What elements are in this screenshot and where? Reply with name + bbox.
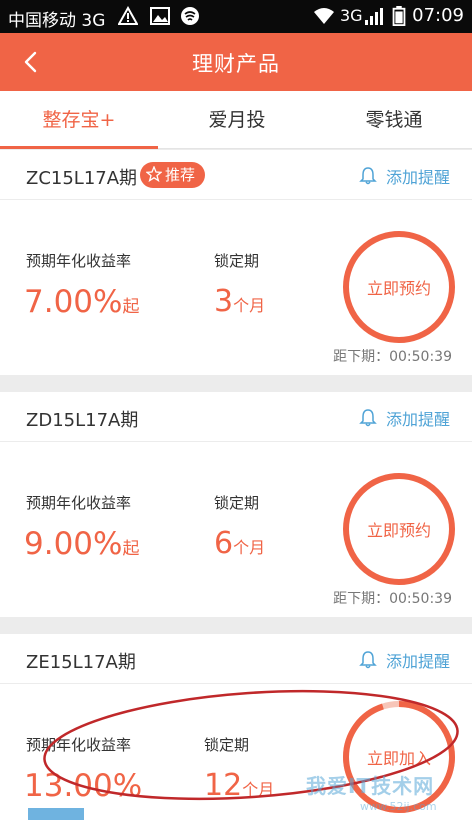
lock-unit: 个月 bbox=[242, 780, 275, 799]
tab-aiyuetou[interactable]: 爱月投 bbox=[158, 91, 316, 149]
action-label: 立即预约 bbox=[366, 279, 431, 298]
reserve-button[interactable]: 立即预约 bbox=[342, 230, 456, 344]
decorative-bar bbox=[28, 808, 84, 820]
wifi-icon bbox=[314, 8, 334, 24]
reminder-label: 添加提醒 bbox=[385, 410, 450, 429]
active-tab-indicator bbox=[0, 146, 158, 149]
product-code: ZE15L17A期 bbox=[26, 652, 136, 673]
lock-unit: 个月 bbox=[233, 538, 266, 557]
bell-icon bbox=[359, 409, 377, 427]
battery-icon bbox=[392, 6, 406, 26]
expected-rate: 9.00%起 bbox=[24, 526, 139, 562]
tab-lingqiantong[interactable]: 零钱通 bbox=[316, 91, 472, 149]
rate-value: 13.00% bbox=[24, 768, 143, 804]
rate-label: 预期年化收益率 bbox=[26, 252, 132, 270]
rate-suffix: 起 bbox=[122, 297, 140, 317]
card-header: ZC15L17A期 推荐 添加提醒 bbox=[0, 150, 472, 200]
bell-icon bbox=[359, 167, 377, 185]
card-header: ZD15L17A期 添加提醒 bbox=[0, 392, 472, 442]
reminder-label: 添加提醒 bbox=[385, 652, 450, 671]
clock: 07:09 bbox=[412, 5, 464, 26]
title-bar: 理财产品 bbox=[0, 33, 472, 91]
browser-icon bbox=[181, 7, 199, 25]
rate-suffix: 起 bbox=[122, 539, 140, 559]
recommend-badge: 推荐 bbox=[140, 162, 206, 188]
lock-period: 3个月 bbox=[214, 284, 265, 319]
watermark-url: www.52ij.com bbox=[360, 800, 437, 813]
product-card[interactable]: ZD15L17A期 添加提醒 预期年化收益率 9.00%起 锁定期 6个月 立即… bbox=[0, 392, 472, 617]
product-card[interactable]: ZC15L17A期 推荐 添加提醒 预期年化收益率 7.00%起 锁定期 3个月… bbox=[0, 150, 472, 375]
countdown: 距下期：00:50:39 bbox=[333, 349, 452, 365]
reserve-button[interactable]: 立即预约 bbox=[342, 472, 456, 586]
lock-period: 12个月 bbox=[204, 768, 274, 803]
action-label: 立即预约 bbox=[366, 521, 431, 540]
expected-rate: 13.00% bbox=[24, 768, 142, 804]
status-bar: 中国移动 3G 3G 07:09 bbox=[0, 0, 472, 33]
star-icon bbox=[146, 166, 162, 182]
lock-period: 6个月 bbox=[214, 526, 265, 561]
lock-label: 锁定期 bbox=[214, 252, 260, 270]
lock-label: 锁定期 bbox=[214, 494, 260, 512]
tab-zhengcunbao[interactable]: 整存宝+ bbox=[0, 91, 158, 149]
network-type: 3G bbox=[340, 6, 363, 25]
warning-icon bbox=[118, 6, 138, 25]
add-reminder-button[interactable]: 添加提醒 bbox=[358, 164, 450, 188]
signal-icon bbox=[365, 8, 383, 25]
carrier-label: 中国移动 3G bbox=[8, 11, 106, 31]
rate-value: 9.00% bbox=[24, 526, 123, 562]
expected-rate: 7.00%起 bbox=[24, 284, 139, 320]
bell-icon bbox=[359, 651, 377, 669]
watermark: 我爱IT技术网 bbox=[306, 774, 435, 798]
add-reminder-button[interactable]: 添加提醒 bbox=[358, 648, 450, 672]
rate-label: 预期年化收益率 bbox=[26, 494, 132, 512]
rate-value: 7.00% bbox=[24, 284, 123, 320]
lock-label: 锁定期 bbox=[204, 736, 250, 754]
product-code: ZD15L17A期 bbox=[26, 410, 139, 431]
lock-unit: 个月 bbox=[233, 296, 266, 315]
lock-value: 3 bbox=[214, 284, 234, 319]
countdown: 距下期：00:50:39 bbox=[333, 591, 452, 607]
tab-bar: 整存宝+ 爱月投 零钱通 bbox=[0, 91, 472, 149]
add-reminder-button[interactable]: 添加提醒 bbox=[358, 406, 450, 430]
gallery-icon bbox=[150, 7, 170, 25]
lock-value: 12 bbox=[204, 768, 243, 803]
product-code: ZC15L17A期 bbox=[26, 168, 138, 189]
badge-label: 推荐 bbox=[165, 166, 196, 184]
rate-label: 预期年化收益率 bbox=[26, 736, 132, 754]
lock-value: 6 bbox=[214, 526, 234, 561]
action-label: 立即加入 bbox=[366, 749, 431, 768]
card-header: ZE15L17A期 添加提醒 bbox=[0, 634, 472, 684]
reminder-label: 添加提醒 bbox=[385, 168, 450, 187]
page-title: 理财产品 bbox=[192, 52, 280, 76]
